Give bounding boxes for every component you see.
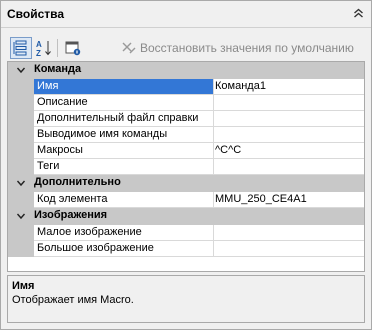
category-label: Дополнительно bbox=[34, 176, 121, 188]
collapse-chevron-icon[interactable] bbox=[16, 210, 26, 222]
category-label: Команда bbox=[34, 63, 82, 75]
reset-defaults-icon bbox=[122, 42, 136, 54]
property-grid: Команда Имя Команда1 Описание Дополнител… bbox=[7, 61, 365, 272]
row-gutter bbox=[8, 111, 34, 127]
property-name: Большое изображение bbox=[34, 241, 214, 257]
property-value[interactable]: ^C^C bbox=[212, 143, 364, 159]
category-advanced[interactable]: Дополнительно bbox=[8, 175, 364, 192]
row-gutter bbox=[8, 225, 34, 241]
row-gutter bbox=[8, 143, 34, 159]
reset-defaults-button[interactable]: Восстановить значения по умолчанию bbox=[121, 41, 354, 55]
property-value[interactable] bbox=[212, 127, 364, 143]
row-gutter bbox=[8, 192, 34, 208]
row-gutter bbox=[8, 79, 34, 95]
property-name: Описание bbox=[34, 95, 214, 111]
panel-title: Свойства bbox=[7, 7, 65, 21]
panel-titlebar: Свойства bbox=[1, 1, 371, 28]
categorized-view-icon[interactable] bbox=[10, 37, 32, 59]
property-row-display-name[interactable]: Выводимое имя команды bbox=[8, 127, 364, 143]
description-text: Отображает имя Macro. bbox=[12, 294, 134, 306]
collapse-up-icon[interactable] bbox=[352, 7, 365, 20]
property-row-element-id[interactable]: Код элемента MMU_250_CE4A1 bbox=[8, 192, 364, 208]
property-row-small-image[interactable]: Малое изображение bbox=[8, 225, 364, 241]
toolbar-separator bbox=[57, 39, 58, 57]
property-value[interactable] bbox=[212, 95, 364, 111]
property-value[interactable] bbox=[212, 241, 364, 257]
row-gutter bbox=[8, 95, 34, 111]
property-row-large-image[interactable]: Большое изображение bbox=[8, 241, 364, 257]
svg-text:Z: Z bbox=[36, 49, 41, 58]
row-gutter bbox=[8, 127, 34, 143]
property-name: Выводимое имя команды bbox=[34, 127, 214, 143]
property-row-name[interactable]: Имя Команда1 bbox=[8, 79, 364, 95]
property-row-description[interactable]: Описание bbox=[8, 95, 364, 111]
property-value[interactable] bbox=[212, 225, 364, 241]
property-value[interactable] bbox=[212, 111, 364, 127]
property-row-tags[interactable]: Теги bbox=[8, 159, 364, 175]
property-value[interactable]: MMU_250_CE4A1 bbox=[212, 192, 364, 208]
row-gutter bbox=[8, 159, 34, 175]
description-title: Имя bbox=[12, 280, 35, 292]
alphabetical-sort-icon[interactable]: A Z bbox=[34, 38, 54, 58]
property-name: Код элемента bbox=[34, 192, 214, 208]
property-name: Макросы bbox=[34, 143, 214, 159]
property-value[interactable] bbox=[212, 159, 364, 175]
property-name: Имя bbox=[34, 79, 214, 95]
property-name: Дополнительный файл справки bbox=[34, 111, 214, 127]
property-name: Теги bbox=[34, 159, 214, 175]
property-row-help-file[interactable]: Дополнительный файл справки bbox=[8, 111, 364, 127]
category-images[interactable]: Изображения bbox=[8, 208, 364, 225]
properties-panel: Свойства A Z Восстановить значения по ум… bbox=[0, 0, 372, 330]
category-command[interactable]: Команда bbox=[8, 62, 364, 79]
reset-defaults-label: Восстановить значения по умолчанию bbox=[140, 41, 354, 55]
category-label: Изображения bbox=[34, 209, 108, 221]
collapse-chevron-icon[interactable] bbox=[16, 64, 26, 76]
property-row-macro[interactable]: Макросы ^C^C bbox=[8, 143, 364, 159]
description-pane: Имя Отображает имя Macro. bbox=[7, 275, 365, 323]
property-name: Малое изображение bbox=[34, 225, 214, 241]
property-pages-icon[interactable] bbox=[63, 38, 83, 58]
property-value[interactable]: Команда1 bbox=[212, 79, 364, 95]
toolbar: A Z Восстановить значения по умолчанию bbox=[1, 28, 371, 60]
row-gutter bbox=[8, 241, 34, 257]
svg-text:A: A bbox=[36, 40, 42, 49]
collapse-chevron-icon[interactable] bbox=[16, 177, 26, 189]
